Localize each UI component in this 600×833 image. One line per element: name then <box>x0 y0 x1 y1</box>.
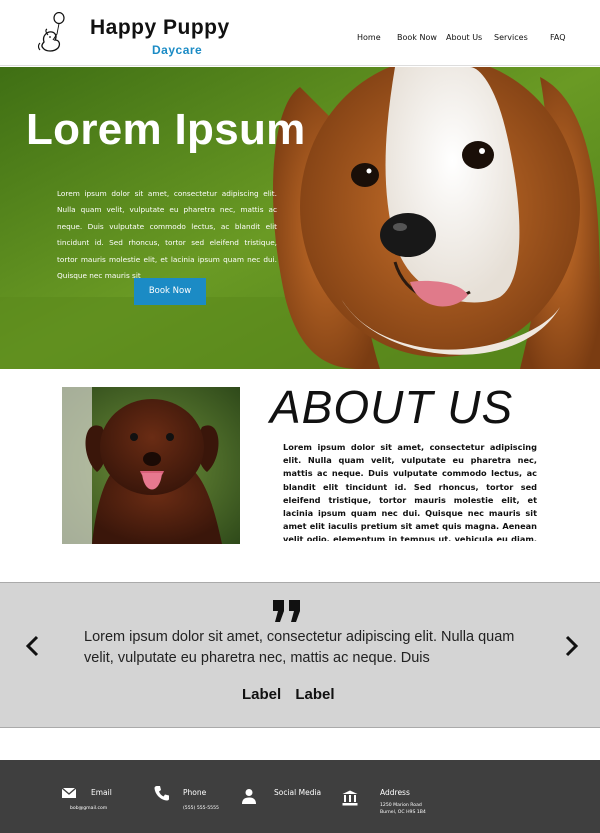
about-paragraph: Lorem ipsum dolor sit amet, consectetur … <box>283 442 537 541</box>
testimonial-carousel: Lorem ipsum dolor sit amet, consectetur … <box>0 582 600 728</box>
hero-paragraph: Lorem ipsum dolor sit amet, consectetur … <box>57 189 277 281</box>
phone-icon[interactable] <box>154 785 170 801</box>
footer-phone-value[interactable]: (555) 555-5555 <box>183 805 219 812</box>
bank-icon <box>342 790 358 806</box>
quote-icon <box>273 600 300 622</box>
chevron-left-icon[interactable] <box>24 635 40 657</box>
footer-email-value[interactable]: bob@gmail.com <box>70 805 107 812</box>
footer-phone-label: Phone <box>183 788 207 797</box>
nav-book-now-link[interactable]: Book Now <box>397 33 437 42</box>
nav-home-link[interactable]: Home <box>357 33 381 42</box>
brand-title: Happy Puppy <box>90 16 230 39</box>
testimonial-label: Label <box>295 686 335 703</box>
about-title: ABOUT US <box>270 381 514 433</box>
testimonial-label: Label <box>242 686 282 703</box>
nav-services-link[interactable]: Services <box>494 33 528 42</box>
puppy-balloon-logo-icon[interactable] <box>36 12 72 54</box>
brand-subtitle: Daycare <box>152 43 203 57</box>
footer-address-label: Address <box>380 788 410 797</box>
book-now-button[interactable]: Book Now <box>134 278 206 305</box>
email-icon[interactable] <box>61 785 77 801</box>
site-header: Happy Puppy Daycare Home Book Now About … <box>0 0 600 66</box>
footer-address-line2: Burnel, OC H9S 1B4 <box>380 810 426 815</box>
testimonial-quote: Lorem ipsum dolor sit amet, consectetur … <box>84 629 515 666</box>
testimonial-labels: Label Label <box>242 686 345 703</box>
footer-social-label: Social Media <box>274 788 322 797</box>
about-dog-image <box>62 387 240 544</box>
chevron-right-icon[interactable] <box>564 635 580 657</box>
footer-address-line1: 1250 Marion Road <box>380 803 422 808</box>
site-footer: Email bob@gmail.com Phone (555) 555-5555… <box>0 760 600 833</box>
footer-email-label: Email <box>91 788 112 797</box>
person-icon[interactable] <box>241 788 257 804</box>
nav-about-us-link[interactable]: About Us <box>446 33 482 42</box>
nav-faq-link[interactable]: FAQ <box>550 33 566 42</box>
hero-banner: Lorem Ipsum Lorem ipsum dolor sit amet, … <box>0 67 600 369</box>
hero-title: Lorem Ipsum <box>26 105 306 154</box>
